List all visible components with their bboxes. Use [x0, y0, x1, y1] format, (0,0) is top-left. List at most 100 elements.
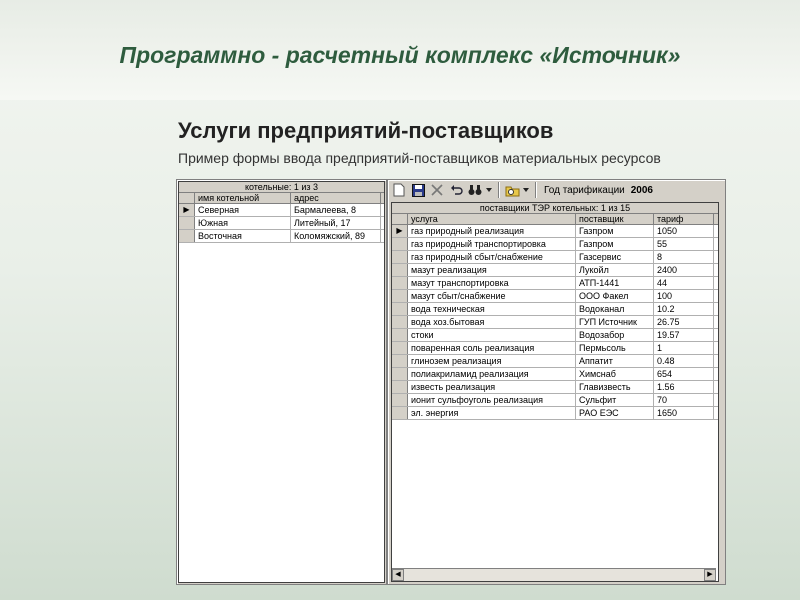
cell-supplier[interactable]: Главизвесть [576, 381, 654, 393]
row-indicator[interactable] [392, 407, 408, 419]
column-header-boiler-name[interactable]: имя котельной [195, 193, 291, 203]
undo-icon[interactable] [447, 181, 465, 199]
cell-service[interactable]: полиакриламид реализация [408, 368, 576, 380]
binoculars-icon[interactable] [466, 181, 484, 199]
row-indicator[interactable]: ▶ [392, 225, 408, 237]
cell-service[interactable]: мазут реализация [408, 264, 576, 276]
cell-service[interactable]: мазут транспортировка [408, 277, 576, 289]
cell-supplier[interactable]: Химснаб [576, 368, 654, 380]
cell-tariff[interactable]: 2400 [654, 264, 714, 276]
column-header-tariff[interactable]: тариф [654, 214, 714, 224]
table-row[interactable]: Восточная Коломяжский, 89 [179, 230, 384, 243]
row-indicator[interactable] [392, 316, 408, 328]
cell-service[interactable]: поваренная соль реализация [408, 342, 576, 354]
table-row[interactable]: мазут транспортировка АТП-1441 44 [392, 277, 718, 290]
cell-supplier[interactable]: Водозабор [576, 329, 654, 341]
delete-icon[interactable] [428, 181, 446, 199]
cell-supplier[interactable]: Сульфит [576, 394, 654, 406]
cell-address[interactable]: Бармалеева, 8 [291, 204, 381, 216]
cell-service[interactable]: глинозем реализация [408, 355, 576, 367]
cell-supplier[interactable]: Водоканал [576, 303, 654, 315]
cell-supplier[interactable]: РАО ЕЭС [576, 407, 654, 419]
row-indicator[interactable] [392, 303, 408, 315]
folder-search-icon[interactable] [503, 181, 521, 199]
horizontal-scrollbar[interactable]: ◀ ▶ [392, 568, 716, 581]
new-icon[interactable] [390, 181, 408, 199]
table-row[interactable]: ▶ Северная Бармалеева, 8 [179, 204, 384, 217]
cell-tariff[interactable]: 1.56 [654, 381, 714, 393]
row-indicator[interactable] [179, 217, 195, 229]
cell-supplier[interactable]: АТП-1441 [576, 277, 654, 289]
cell-service[interactable]: стоки [408, 329, 576, 341]
cell-tariff[interactable]: 70 [654, 394, 714, 406]
row-indicator[interactable] [392, 329, 408, 341]
row-indicator[interactable] [392, 290, 408, 302]
scroll-left-icon[interactable]: ◀ [392, 569, 404, 581]
row-indicator[interactable] [392, 381, 408, 393]
table-row[interactable]: ионит сульфоуголь реализация Сульфит 70 [392, 394, 718, 407]
cell-address[interactable]: Литейный, 17 [291, 217, 381, 229]
cell-service[interactable]: газ природный реализация [408, 225, 576, 237]
row-indicator[interactable] [392, 238, 408, 250]
cell-service[interactable]: эл. энергия [408, 407, 576, 419]
row-indicator[interactable]: ▶ [179, 204, 195, 216]
cell-address[interactable]: Коломяжский, 89 [291, 230, 381, 242]
cell-service[interactable]: мазут сбыт/снабжение [408, 290, 576, 302]
cell-tariff[interactable]: 44 [654, 277, 714, 289]
table-row[interactable]: известь реализация Главизвесть 1.56 [392, 381, 718, 394]
cell-supplier[interactable]: ООО Факел [576, 290, 654, 302]
table-row[interactable]: газ природный транспортировка Газпром 55 [392, 238, 718, 251]
cell-tariff[interactable]: 100 [654, 290, 714, 302]
cell-tariff[interactable]: 8 [654, 251, 714, 263]
scroll-right-icon[interactable]: ▶ [704, 569, 716, 581]
table-row[interactable]: поваренная соль реализация Пермьсоль 1 [392, 342, 718, 355]
table-row[interactable]: глинозем реализация Аппатит 0.48 [392, 355, 718, 368]
cell-supplier[interactable]: Газпром [576, 225, 654, 237]
cell-supplier[interactable]: Лукойл [576, 264, 654, 276]
table-row[interactable]: полиакриламид реализация Химснаб 654 [392, 368, 718, 381]
row-indicator[interactable] [392, 355, 408, 367]
cell-tariff[interactable]: 1050 [654, 225, 714, 237]
cell-service[interactable]: известь реализация [408, 381, 576, 393]
cell-tariff[interactable]: 26.75 [654, 316, 714, 328]
cell-name[interactable]: Северная [195, 204, 291, 216]
table-row[interactable]: газ природный сбыт/снабжение Газсервис 8 [392, 251, 718, 264]
row-indicator[interactable] [392, 277, 408, 289]
dropdown-icon[interactable] [485, 181, 493, 199]
cell-supplier[interactable]: Аппатит [576, 355, 654, 367]
cell-tariff[interactable]: 10.2 [654, 303, 714, 315]
cell-name[interactable]: Восточная [195, 230, 291, 242]
table-row[interactable]: Южная Литейный, 17 [179, 217, 384, 230]
save-icon[interactable] [409, 181, 427, 199]
cell-service[interactable]: газ природный транспортировка [408, 238, 576, 250]
row-indicator[interactable] [392, 264, 408, 276]
cell-service[interactable]: вода хоз.бытовая [408, 316, 576, 328]
table-row[interactable]: вода хоз.бытовая ГУП Источник 26.75 [392, 316, 718, 329]
cell-supplier[interactable]: Газсервис [576, 251, 654, 263]
column-header-address[interactable]: адрес [291, 193, 381, 203]
cell-service[interactable]: ионит сульфоуголь реализация [408, 394, 576, 406]
cell-tariff[interactable]: 19.57 [654, 329, 714, 341]
column-header-supplier[interactable]: поставщик [576, 214, 654, 224]
row-indicator[interactable] [392, 342, 408, 354]
table-row[interactable]: стоки Водозабор 19.57 [392, 329, 718, 342]
row-indicator[interactable] [392, 368, 408, 380]
cell-service[interactable]: газ природный сбыт/снабжение [408, 251, 576, 263]
row-indicator[interactable] [392, 394, 408, 406]
cell-supplier[interactable]: Газпром [576, 238, 654, 250]
row-indicator[interactable] [179, 230, 195, 242]
row-indicator[interactable] [392, 251, 408, 263]
cell-tariff[interactable]: 0.48 [654, 355, 714, 367]
table-row[interactable]: вода техническая Водоканал 10.2 [392, 303, 718, 316]
table-row[interactable]: ▶ газ природный реализация Газпром 1050 [392, 225, 718, 238]
dropdown-icon[interactable] [522, 181, 530, 199]
table-row[interactable]: эл. энергия РАО ЕЭС 1650 [392, 407, 718, 420]
cell-tariff[interactable]: 1650 [654, 407, 714, 419]
table-row[interactable]: мазут реализация Лукойл 2400 [392, 264, 718, 277]
cell-supplier[interactable]: ГУП Источник [576, 316, 654, 328]
cell-supplier[interactable]: Пермьсоль [576, 342, 654, 354]
table-row[interactable]: мазут сбыт/снабжение ООО Факел 100 [392, 290, 718, 303]
cell-tariff[interactable]: 1 [654, 342, 714, 354]
cell-tariff[interactable]: 55 [654, 238, 714, 250]
cell-name[interactable]: Южная [195, 217, 291, 229]
